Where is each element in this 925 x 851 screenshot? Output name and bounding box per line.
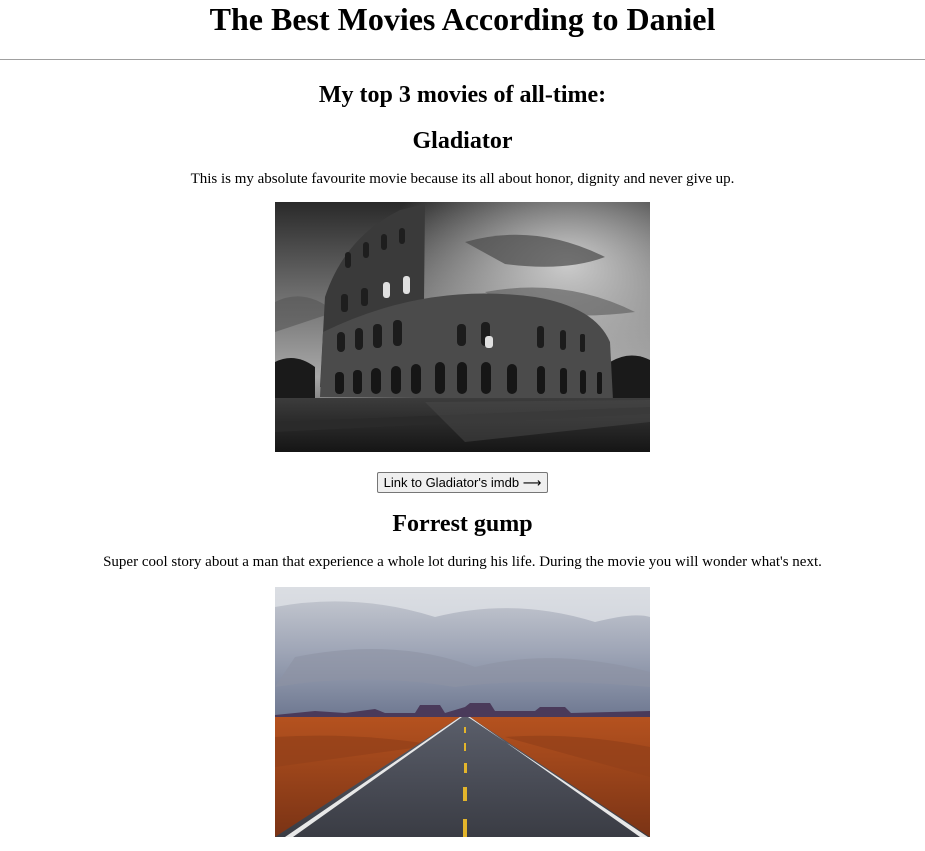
movie-description: This is my absolute favourite movie beca… — [190, 171, 735, 187]
top-movies-heading: My top 3 movies of all-time: — [318, 82, 607, 108]
movie-description: Super cool story about a man that experi… — [103, 554, 822, 570]
movie-card-gladiator: Gladiator This is my absolute favourite … — [0, 111, 925, 493]
page-title: The Best Movies According to Daniel — [209, 1, 716, 37]
page-header: The Best Movies According to Daniel — [0, 0, 925, 60]
movie-title: Forrest gump — [392, 511, 533, 537]
gladiator-imdb-button[interactable]: Link to Gladiator's imdb ⟶ — [376, 472, 549, 493]
desert-road-image — [275, 587, 650, 837]
movie-title: Gladiator — [412, 128, 513, 154]
colosseum-image — [275, 202, 650, 452]
movie-card-forrest-gump: Forrest gump Super cool story about a ma… — [0, 493, 925, 837]
main-content: My top 3 movies of all-time: Gladiator T… — [0, 60, 925, 837]
